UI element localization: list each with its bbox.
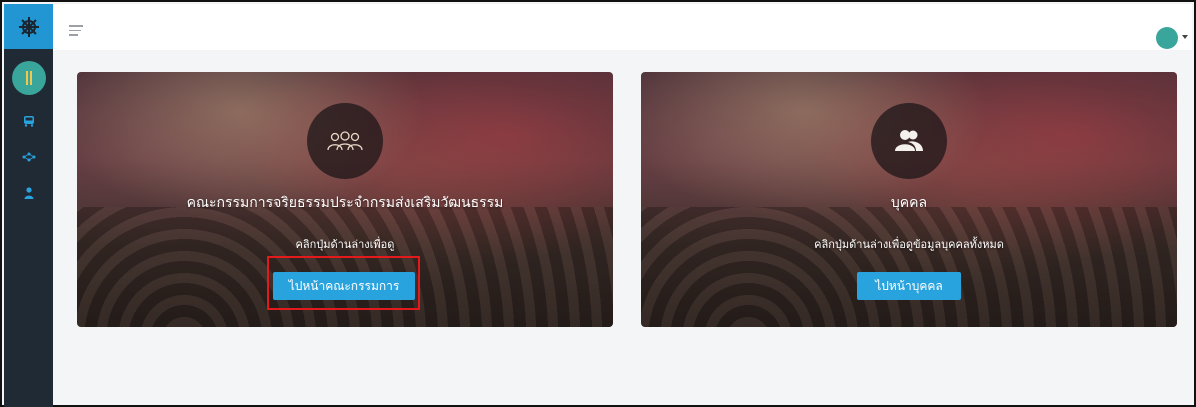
sidebar-avatar[interactable] — [11, 61, 46, 95]
person-card: บุคคล คลิกปุ่มด้านล่างเพื่อดูข้อมูลบุคคล… — [641, 72, 1177, 327]
user-icon — [24, 187, 33, 199]
sidebar-item-bus[interactable] — [4, 103, 53, 139]
card-title: บุคคล — [890, 195, 928, 211]
topbar — [53, 4, 1192, 50]
avatar[interactable] — [1156, 27, 1178, 49]
sidebar-item-network[interactable] — [4, 139, 53, 175]
ship-wheel-icon — [18, 16, 39, 37]
committee-card: คณะกรรมการจริยธรรมประจำกรมส่งเสริมวัฒนธร… — [77, 72, 613, 327]
bus-icon — [23, 116, 34, 127]
sidebar-item-user[interactable] — [4, 175, 53, 211]
main-content: คณะกรรมการจริยธรรมประจำกรมส่งเสริมวัฒนธร… — [53, 50, 1192, 403]
sidebar-logo[interactable] — [4, 4, 53, 49]
group-outline-icon — [327, 131, 363, 151]
card-description: คลิกปุ่มด้านล่างเพื่อดูข้อมูลบุคคลทั้งหม… — [814, 238, 1004, 251]
chevron-down-icon[interactable] — [1182, 35, 1188, 39]
sidebar — [4, 4, 53, 407]
network-icon — [22, 152, 35, 162]
menu-icon[interactable] — [69, 25, 83, 39]
go-committee-button[interactable]: ไปหน้าคณะกรรมการ — [273, 272, 415, 300]
go-person-button[interactable]: ไปหน้าบุคคล — [857, 272, 961, 300]
card-icon-circle — [307, 103, 383, 179]
card-icon-circle — [871, 103, 947, 179]
card-description: คลิกปุ่มด้านล่างเพื่อดู — [295, 238, 395, 251]
avatar-icon — [25, 71, 32, 85]
users-icon — [895, 130, 923, 151]
app-window: คณะกรรมการจริยธรรมประจำกรมส่งเสริมวัฒนธร… — [0, 0, 1196, 407]
card-title: คณะกรรมการจริยธรรมประจำกรมส่งเสริมวัฒนธร… — [186, 195, 504, 211]
